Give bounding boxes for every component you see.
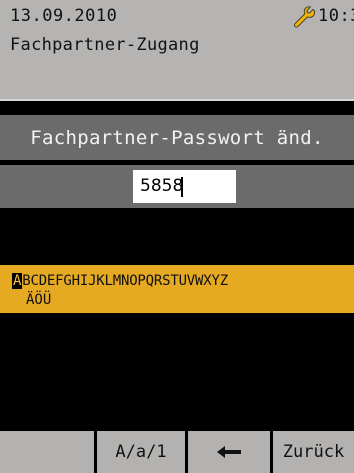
arrow-left-icon: [217, 446, 241, 458]
text-cursor: [181, 177, 183, 197]
character-picker[interactable]: ABCDEFGHIJKLMNOPQRSTUVWXYZ ÄÖÜ: [0, 265, 354, 313]
case-toggle-button[interactable]: A/a/1: [97, 431, 185, 473]
date-label: 13.09.2010: [10, 6, 118, 26]
spacer: [0, 101, 354, 115]
password-input[interactable]: [133, 170, 236, 203]
screen: 13.09.2010 10:38 Fachpartner-Zugang Fach…: [0, 0, 354, 473]
page-title: Fachpartner-Passwort änd.: [0, 115, 354, 160]
back-button[interactable]: Zurück: [273, 431, 354, 473]
status-header: 13.09.2010 10:38 Fachpartner-Zugang: [0, 0, 354, 101]
softkey-bar: A/a/1 Zurück: [0, 431, 354, 473]
password-row: [0, 165, 354, 208]
character-row-2[interactable]: ÄÖÜ: [26, 292, 51, 308]
character-row-1[interactable]: ABCDEFGHIJKLMNOPQRSTUVWXYZ: [12, 273, 228, 289]
time-label: 10:38: [318, 6, 354, 26]
backspace-button[interactable]: [188, 431, 270, 473]
access-level-label: Fachpartner-Zugang: [10, 35, 200, 55]
softkey-1-button[interactable]: [0, 431, 94, 473]
character-list[interactable]: BCDEFGHIJKLMNOPQRSTUVWXYZ: [22, 273, 228, 289]
selected-character[interactable]: A: [12, 273, 23, 289]
wrench-icon: [294, 6, 316, 28]
